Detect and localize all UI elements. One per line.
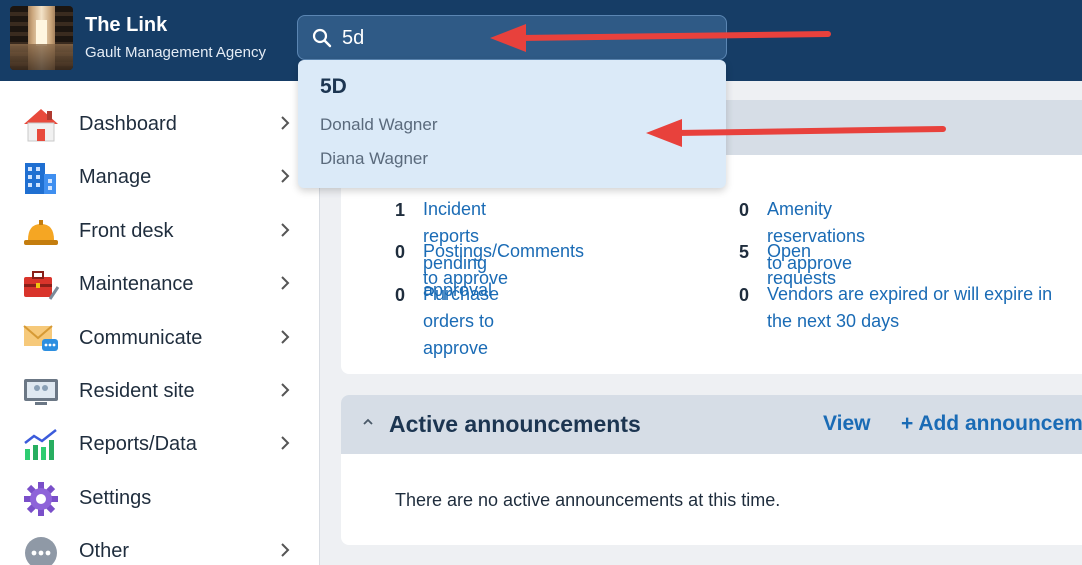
search-result-item[interactable]: Diana Wagner <box>320 149 428 169</box>
announcements-empty-message: There are no active announcements at thi… <box>395 490 781 510</box>
property-name: The Link <box>85 14 168 36</box>
sidebar-item-resident-site[interactable]: Resident site <box>0 364 319 417</box>
announcements-header[interactable]: Active announcements View + Add announce… <box>341 395 1082 454</box>
announcements-card: Active announcements View + Add announce… <box>341 395 1082 545</box>
stat-count: 0 <box>739 200 750 220</box>
search-icon <box>312 28 332 48</box>
chevron-right-icon <box>281 169 290 183</box>
sidebar-item-label: Dashboard <box>79 113 177 135</box>
sidebar-item-other[interactable]: Other <box>0 524 319 565</box>
chevron-right-icon <box>281 543 290 557</box>
chevron-up-icon[interactable] <box>361 415 375 429</box>
search-result-unit[interactable]: 5D <box>320 75 347 99</box>
view-announcements-link[interactable]: View <box>823 412 870 436</box>
stat-count: 0 <box>395 242 406 262</box>
sidebar-item-label: Communicate <box>79 327 203 349</box>
more-icon <box>25 537 57 565</box>
sidebar-item-front-desk[interactable]: Front desk <box>0 204 319 257</box>
chevron-right-icon <box>281 276 290 290</box>
add-announcement-link[interactable]: + Add announcement <box>901 412 1082 436</box>
building-icon <box>25 163 56 194</box>
stat-link[interactable]: Purchase orders to approve <box>423 281 499 362</box>
envelope-icon <box>23 325 58 351</box>
sidebar-item-label: Reports/Data <box>79 433 197 455</box>
building-thumbnail[interactable] <box>10 6 73 70</box>
house-icon <box>24 109 58 142</box>
monitor-icon <box>24 379 58 405</box>
management-agency-name: Gault Management Agency <box>85 44 266 61</box>
chart-icon <box>24 429 57 460</box>
sidebar-item-label: Resident site <box>79 380 195 402</box>
sidebar: Dashboard Manage Front desk Maintenance <box>0 81 320 565</box>
sidebar-item-maintenance[interactable]: Maintenance <box>0 257 319 310</box>
sidebar-item-label: Settings <box>79 487 152 509</box>
stat-count: 0 <box>739 285 750 305</box>
sidebar-item-communicate[interactable]: Communicate <box>0 311 319 364</box>
toolbox-icon <box>24 271 60 300</box>
sidebar-item-reports-data[interactable]: Reports/Data <box>0 417 319 470</box>
chevron-right-icon <box>281 330 290 344</box>
sidebar-item-label: Maintenance <box>79 273 194 295</box>
annotation-arrow-icon <box>646 119 946 147</box>
sidebar-item-label: Other <box>79 540 130 562</box>
stat-count: 5 <box>739 242 750 262</box>
sidebar-item-label: Manage <box>79 166 152 188</box>
stat-link[interactable]: Vendors are expired or will expire in th… <box>767 281 1077 335</box>
search-result-item[interactable]: Donald Wagner <box>320 115 438 135</box>
chevron-right-icon <box>281 223 290 237</box>
bell-icon <box>24 220 58 245</box>
gear-icon <box>24 482 58 516</box>
announcements-title: Active announcements <box>389 411 641 437</box>
chevron-right-icon <box>281 383 290 397</box>
stat-count: 1 <box>395 200 406 220</box>
chevron-right-icon <box>281 436 290 450</box>
stat-count: 0 <box>395 285 406 305</box>
chevron-right-icon <box>281 116 290 130</box>
sidebar-item-settings[interactable]: Settings <box>0 471 319 524</box>
sidebar-item-manage[interactable]: Manage <box>0 150 319 203</box>
annotation-arrow-icon <box>490 24 831 52</box>
sidebar-item-dashboard[interactable]: Dashboard <box>0 97 319 150</box>
sidebar-item-label: Front desk <box>79 220 174 242</box>
